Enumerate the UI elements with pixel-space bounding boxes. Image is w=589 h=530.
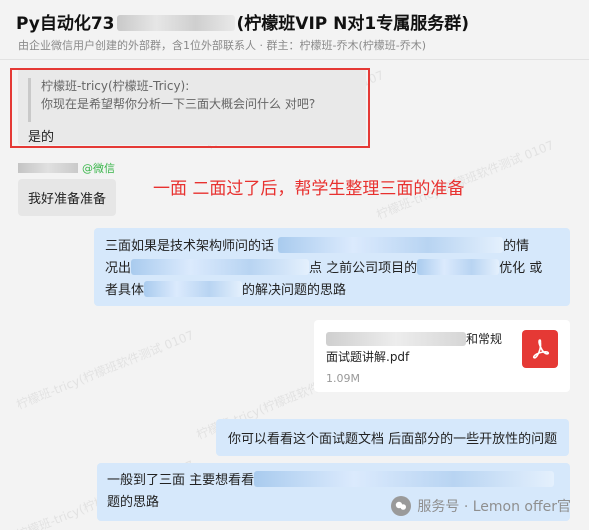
file-name-part: 面试题讲解.pdf [326, 350, 410, 364]
message-text: 况出 [105, 261, 132, 276]
chat-subtitle: 由企业微信用户创建的外部群，含1位外部联系人 · 群主：柠檬班-乔木(柠檬班-乔… [18, 39, 427, 52]
message-text: 优化 或 [499, 261, 543, 276]
message-text: 的解决问题的思路 [242, 283, 347, 298]
chat-header: Py自动化73 (柠檬班VIP N对1专属服务群) 由企业微信用户创建的外部群，含… [0, 0, 589, 60]
highlight-box [10, 68, 370, 148]
redacted-block [116, 15, 235, 31]
message-text: 者具体 [105, 283, 145, 298]
message-text: 一般到了三面 主要想看看 [107, 473, 255, 488]
message-list[interactable]: 柠檬班-tricy(柠檬班软件测试 0107 柠檬班-tricy(柠檬班软件测试… [0, 61, 589, 530]
redacted-block [326, 332, 466, 346]
redacted-block [254, 471, 555, 487]
message-bubble-self[interactable]: 三面如果是技术架构师问的话 的情 况出 点 之前公司项目的 优化 或 者具体 的解决问… [94, 228, 570, 306]
redacted-block [417, 259, 500, 275]
message-text: 的情 [503, 239, 530, 254]
redacted-block [144, 281, 243, 297]
message-text: 三面如果是技术架构师问的话 [105, 239, 275, 254]
redacted-block [18, 163, 78, 173]
watermark-text: 服务号 · Lemon offer官 [417, 499, 571, 515]
message-bubble-self[interactable]: 你可以看看这个面试题文档 后面部分的一些开放性的问题 [216, 419, 570, 456]
message-bubble[interactable]: 我好准备准备 [18, 179, 117, 216]
file-name: 和常规 面试题讲解.pdf [326, 330, 502, 366]
wechat-official-account-icon [391, 496, 412, 516]
file-message[interactable]: 和常规 面试题讲解.pdf 1.09M [314, 320, 570, 392]
redacted-block [131, 259, 310, 275]
annotation-text: 一面 二面过了后，帮学生整理三面的准备 [153, 179, 465, 199]
background-watermark: 柠檬班-tricy(柠檬班软件测试 0107 [14, 327, 196, 413]
file-name-part: 和常规 [466, 332, 503, 346]
redacted-block [278, 237, 504, 253]
chat-title-suffix: (柠檬班VIP N对1专属服务群) [236, 14, 469, 34]
file-size: 1.09M [326, 372, 360, 385]
message-text: 点 之前公司项目的 [309, 261, 418, 276]
message-text: 题的思路 [107, 495, 160, 510]
wechat-source-tag: @微信 [82, 162, 115, 175]
sender-name: @微信 [18, 160, 115, 176]
chat-title[interactable]: Py自动化73 (柠檬班VIP N对1专属服务群) [16, 9, 469, 34]
pdf-icon [522, 330, 558, 368]
chat-title-prefix: Py自动化73 [16, 14, 115, 34]
watermark: 服务号 · Lemon offer官 [391, 496, 571, 516]
